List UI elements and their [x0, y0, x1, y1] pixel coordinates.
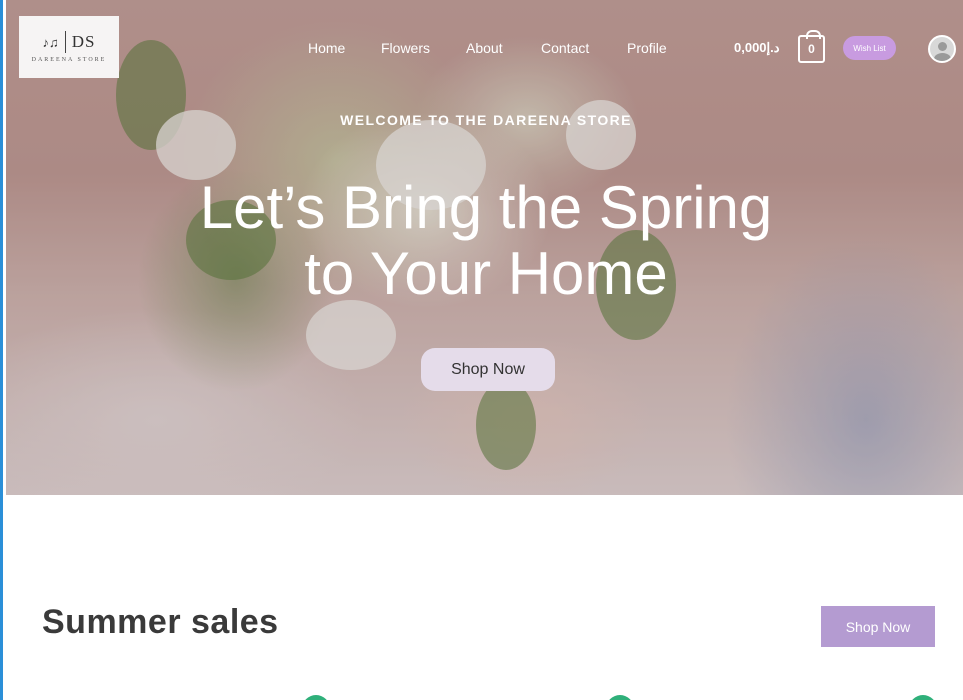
sales-shop-now-button[interactable]: Shop Now: [821, 606, 935, 647]
product-badge: [606, 695, 634, 700]
nav-profile[interactable]: Profile: [627, 40, 667, 56]
product-badge: [302, 695, 330, 700]
cart-bag-icon[interactable]: 0: [798, 30, 825, 63]
nav-flowers[interactable]: Flowers: [381, 40, 430, 56]
hero-headline-line1: Let’s Bring the Spring: [199, 174, 773, 241]
hero-welcome-text: WELCOME TO THE DAREENA STORE: [340, 112, 632, 128]
wishlist-button[interactable]: Wish List: [843, 36, 896, 60]
logo-divider: [64, 31, 66, 53]
product-badge: [909, 695, 937, 700]
nav-home[interactable]: Home: [308, 40, 345, 56]
logo-subtitle: DAREENA STORE: [31, 57, 107, 63]
hero-shop-now-button[interactable]: Shop Now: [421, 348, 555, 391]
cart-total-price[interactable]: د.إ0,000: [734, 40, 780, 56]
logo-row: ♪♫ DS: [43, 31, 96, 53]
cart-count: 0: [808, 42, 815, 56]
summer-sales-heading: Summer sales: [42, 603, 279, 641]
hero-headline: Let’s Bring the Spring to Your Home: [6, 175, 963, 307]
browser-frame: ♪♫ DS DAREENA STORE Home Flowers About C…: [0, 0, 963, 700]
hero-headline-line2: to Your Home: [304, 240, 668, 307]
nav-contact[interactable]: Contact: [541, 40, 589, 56]
logo-initials: DS: [71, 32, 96, 51]
store-logo[interactable]: ♪♫ DS DAREENA STORE: [19, 16, 119, 78]
nav-about[interactable]: About: [466, 40, 503, 56]
music-notes-icon: ♪♫: [42, 34, 59, 50]
user-avatar-icon[interactable]: [928, 35, 956, 63]
